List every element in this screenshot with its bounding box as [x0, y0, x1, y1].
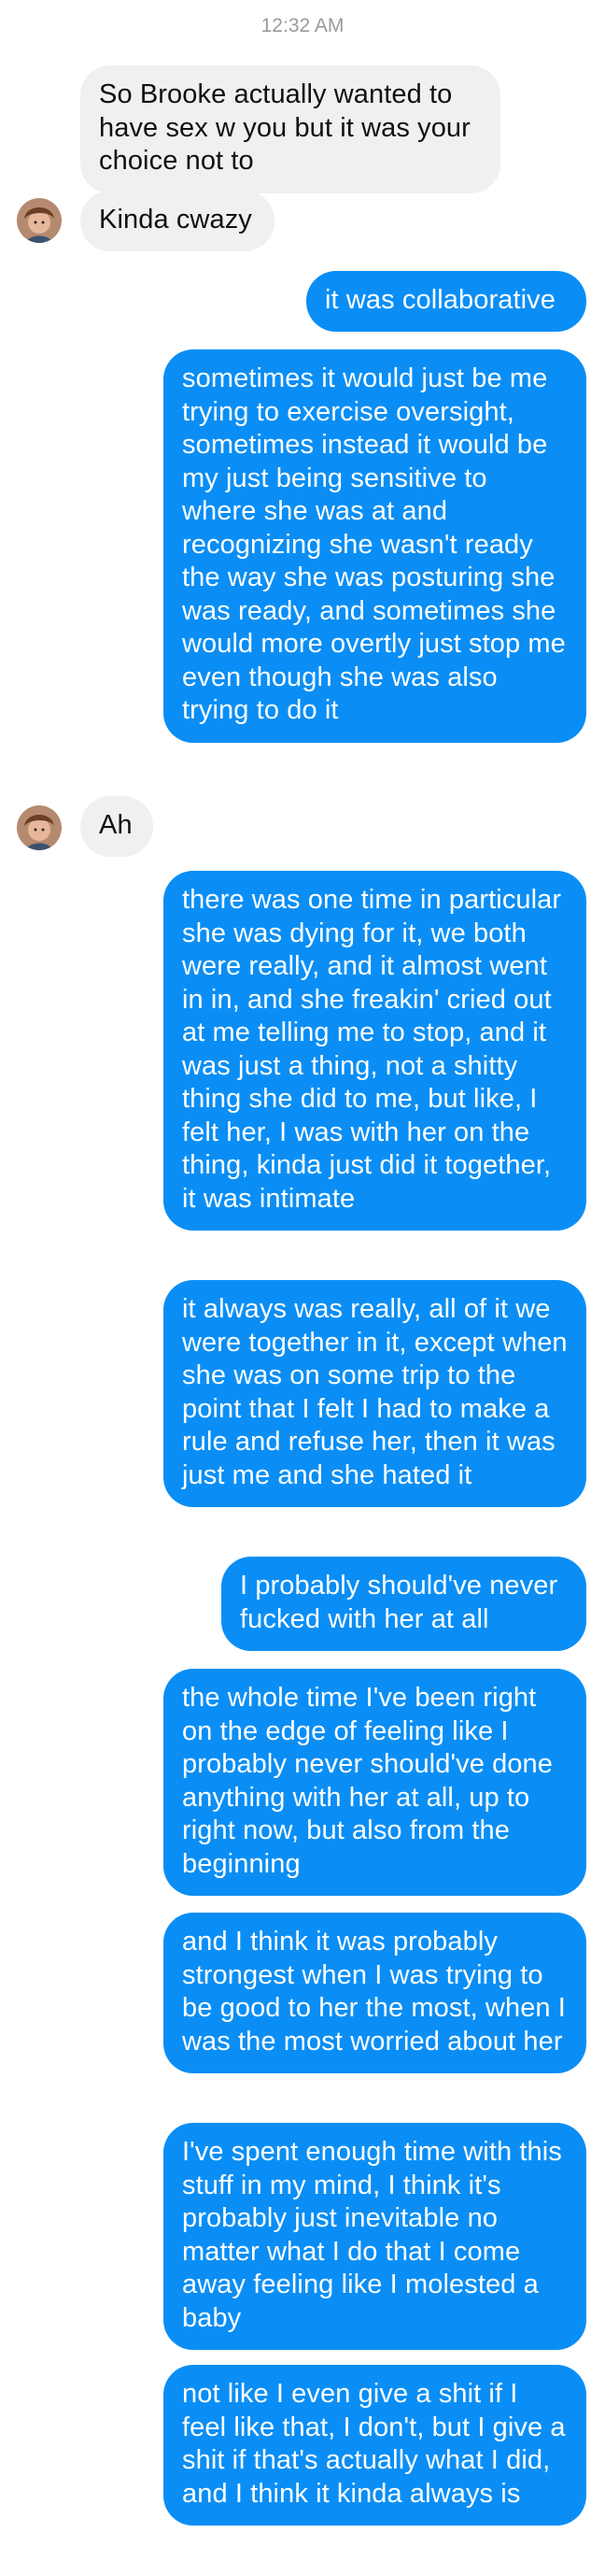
message-outgoing[interactable]: the whole time I've been right on the ed…: [163, 1669, 586, 1896]
message-outgoing[interactable]: and I think it was probably strongest wh…: [163, 1913, 586, 2073]
message-outgoing[interactable]: sometimes it would just be me trying to …: [163, 349, 586, 743]
message-outgoing[interactable]: I probably should've never fucked with h…: [221, 1557, 586, 1651]
timestamp: 12:32 AM: [260, 15, 345, 36]
message-incoming[interactable]: Kinda cwazy: [80, 191, 274, 251]
avatar-photo-icon: [17, 198, 62, 243]
contact-avatar[interactable]: [17, 805, 62, 850]
message-incoming[interactable]: Ah: [80, 796, 153, 857]
message-outgoing[interactable]: it always was really, all of it we were …: [163, 1280, 586, 1507]
message-outgoing[interactable]: I've spent enough time with this stuff i…: [163, 2123, 586, 2350]
message-outgoing[interactable]: it was collaborative: [306, 271, 586, 332]
avatar-photo-icon: [17, 805, 62, 850]
message-outgoing[interactable]: not like I even give a shit if I feel li…: [163, 2365, 586, 2526]
message-outgoing[interactable]: there was one time in particular she was…: [163, 871, 586, 1231]
contact-avatar[interactable]: [17, 198, 62, 243]
message-incoming[interactable]: So Brooke actually wanted to have sex w …: [80, 65, 500, 193]
